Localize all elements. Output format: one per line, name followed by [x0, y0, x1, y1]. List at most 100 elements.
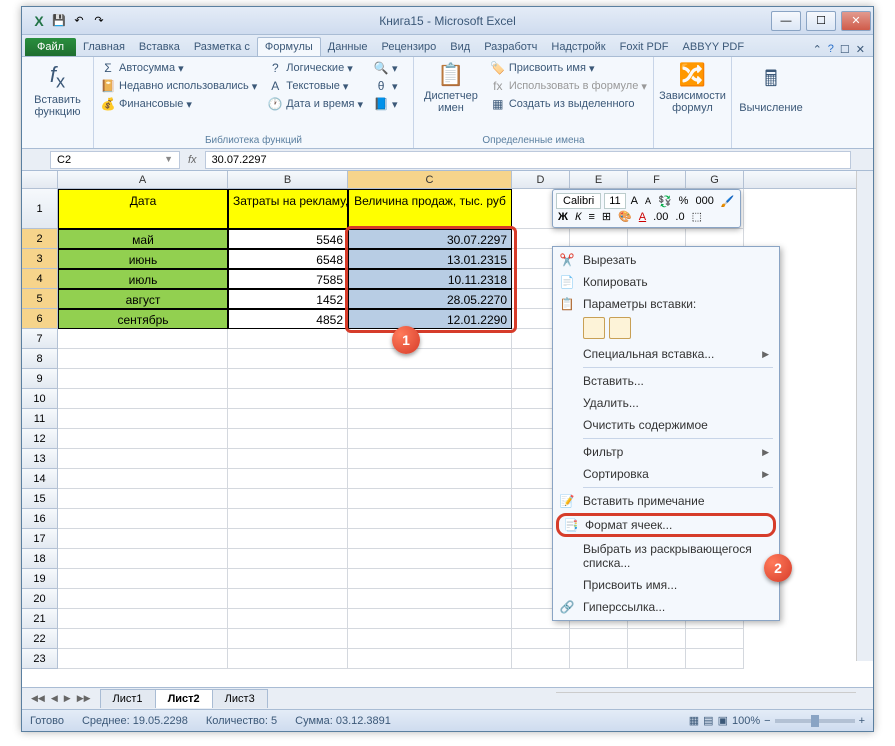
- col-header[interactable]: F: [628, 171, 686, 188]
- mdi-restore-icon[interactable]: ☐: [840, 43, 850, 56]
- row-header[interactable]: 10: [22, 389, 58, 409]
- grow-font-icon[interactable]: A: [629, 194, 640, 208]
- format-painter-icon[interactable]: 🖌️: [719, 194, 737, 209]
- row-header[interactable]: 16: [22, 509, 58, 529]
- datetime-button[interactable]: 🕐Дата и время ▾: [267, 96, 363, 112]
- decrease-decimal-icon[interactable]: .00: [651, 210, 670, 224]
- cell[interactable]: [228, 569, 348, 589]
- row-header[interactable]: 12: [22, 429, 58, 449]
- cell[interactable]: [512, 649, 570, 669]
- cell[interactable]: 10.11.2318: [348, 269, 512, 289]
- cell[interactable]: [686, 629, 744, 649]
- recent-button[interactable]: 📔Недавно использовались ▾: [100, 78, 257, 94]
- name-manager-button[interactable]: 📋 Диспетчер имен: [420, 60, 482, 116]
- cell[interactable]: [228, 349, 348, 369]
- menu-filter[interactable]: Фильтр▶: [555, 441, 777, 463]
- cell[interactable]: [570, 629, 628, 649]
- cell[interactable]: [58, 349, 228, 369]
- assign-name-button[interactable]: 🏷️Присвоить имя ▾: [490, 60, 647, 76]
- row-header[interactable]: 20: [22, 589, 58, 609]
- paste-option-1[interactable]: [583, 317, 605, 339]
- cell[interactable]: [348, 329, 512, 349]
- cell[interactable]: 7585: [228, 269, 348, 289]
- row-header[interactable]: 1: [22, 189, 58, 229]
- cell[interactable]: [348, 489, 512, 509]
- cell[interactable]: [348, 349, 512, 369]
- ribbon-tab[interactable]: Данные: [321, 38, 375, 56]
- row-header[interactable]: 8: [22, 349, 58, 369]
- undo-icon[interactable]: ↶: [70, 12, 88, 30]
- menu-copy[interactable]: 📄Копировать: [555, 271, 777, 293]
- cell[interactable]: [58, 589, 228, 609]
- cell[interactable]: август: [58, 289, 228, 309]
- menu-name[interactable]: Присвоить имя...: [555, 574, 777, 596]
- comma-icon[interactable]: 000: [693, 194, 715, 208]
- cell[interactable]: Дата: [58, 189, 228, 229]
- ribbon-tab[interactable]: Foxit PDF: [613, 38, 676, 56]
- cell[interactable]: [58, 489, 228, 509]
- cell[interactable]: [348, 369, 512, 389]
- redo-icon[interactable]: ↷: [90, 12, 108, 30]
- calculation-button[interactable]: 🖩 Вычисление: [738, 60, 804, 116]
- menu-cut[interactable]: ✂️Вырезать: [555, 249, 777, 271]
- col-header[interactable]: B: [228, 171, 348, 188]
- cell[interactable]: Затраты на рекламу, тыс. руб.: [228, 189, 348, 229]
- cell[interactable]: [228, 629, 348, 649]
- shrink-font-icon[interactable]: A: [643, 195, 653, 207]
- ribbon-tab[interactable]: Разработч: [477, 38, 544, 56]
- cell[interactable]: [58, 609, 228, 629]
- maximize-button[interactable]: ☐: [806, 11, 836, 31]
- col-header[interactable]: G: [686, 171, 744, 188]
- cell[interactable]: [58, 429, 228, 449]
- row-header[interactable]: 15: [22, 489, 58, 509]
- cell[interactable]: [228, 329, 348, 349]
- menu-format-cells[interactable]: 📑Формат ячеек...: [556, 513, 776, 537]
- cell[interactable]: [348, 529, 512, 549]
- use-in-formula-button[interactable]: fxИспользовать в формуле ▾: [490, 78, 647, 94]
- logical-button[interactable]: ?Логические ▾: [267, 60, 363, 76]
- cell[interactable]: Величина продаж, тыс. руб: [348, 189, 512, 229]
- close-button[interactable]: ✕: [841, 11, 871, 31]
- zoom-slider[interactable]: [775, 719, 855, 723]
- ribbon-tab[interactable]: Главная: [76, 38, 132, 56]
- cell[interactable]: 6548: [228, 249, 348, 269]
- row-header[interactable]: 23: [22, 649, 58, 669]
- cell[interactable]: [228, 429, 348, 449]
- cell[interactable]: [348, 449, 512, 469]
- ribbon-tab[interactable]: Вид: [443, 38, 477, 56]
- ribbon-tab[interactable]: Разметка с: [187, 38, 257, 56]
- cell[interactable]: [228, 369, 348, 389]
- more-fn-button[interactable]: 📘▾: [373, 96, 398, 112]
- menu-insert[interactable]: Вставить...: [555, 370, 777, 392]
- merge-icon[interactable]: ⬚: [690, 209, 704, 224]
- ribbon-tab[interactable]: ABBYY PDF: [676, 38, 752, 56]
- cell[interactable]: [228, 489, 348, 509]
- menu-paste-special[interactable]: Специальная вставка...▶: [555, 343, 777, 365]
- cell[interactable]: сентябрь: [58, 309, 228, 329]
- cell[interactable]: [348, 429, 512, 449]
- ribbon-tab[interactable]: Вставка: [132, 38, 187, 56]
- font-color-icon[interactable]: A: [637, 210, 648, 224]
- row-header[interactable]: 17: [22, 529, 58, 549]
- col-header[interactable]: D: [512, 171, 570, 188]
- cell[interactable]: [228, 609, 348, 629]
- cell[interactable]: [348, 589, 512, 609]
- percent-icon[interactable]: %: [677, 194, 691, 208]
- cell[interactable]: [570, 649, 628, 669]
- row-header[interactable]: 21: [22, 609, 58, 629]
- cell[interactable]: 1452: [228, 289, 348, 309]
- menu-hyperlink[interactable]: 🔗Гиперссылка...: [555, 596, 777, 618]
- cell[interactable]: [348, 629, 512, 649]
- text-button[interactable]: AТекстовые ▾: [267, 78, 363, 94]
- vertical-scrollbar[interactable]: [856, 171, 873, 661]
- bold-icon[interactable]: Ж: [556, 210, 570, 224]
- minimize-button[interactable]: —: [771, 11, 801, 31]
- italic-icon[interactable]: К: [573, 210, 583, 224]
- row-header[interactable]: 22: [22, 629, 58, 649]
- cell[interactable]: [228, 389, 348, 409]
- financial-button[interactable]: 💰Финансовые ▾: [100, 96, 257, 112]
- create-from-sel-button[interactable]: ▦Создать из выделенного: [490, 96, 647, 112]
- row-header[interactable]: 18: [22, 549, 58, 569]
- border-icon[interactable]: ⊞: [600, 209, 613, 224]
- cell[interactable]: [348, 509, 512, 529]
